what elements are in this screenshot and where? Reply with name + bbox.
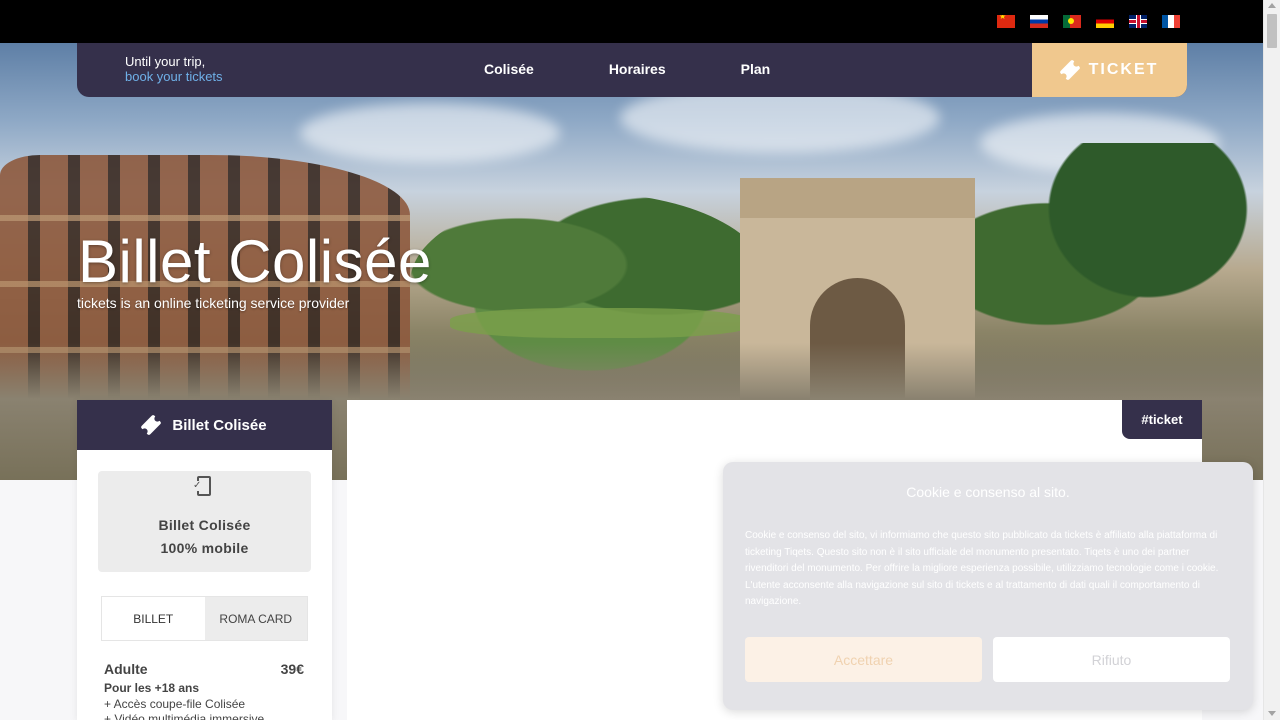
pine-trees-illustration: [975, 143, 1263, 363]
sidebar-header-title: Billet Colisée: [172, 416, 267, 434]
scroll-thumb[interactable]: [1267, 14, 1277, 48]
cloud: [300, 103, 560, 163]
cookie-body: Cookie e consenso del sito, vi informiam…: [745, 530, 1219, 607]
flag-uk-icon[interactable]: [1129, 15, 1147, 28]
scroll-down-arrow-icon[interactable]: [1268, 711, 1276, 716]
price-note: Pour les +18 ans: [104, 681, 200, 695]
flag-germany-icon[interactable]: [1096, 15, 1114, 28]
ticket-button[interactable]: TICKET: [1032, 43, 1187, 97]
cookie-consent-dialog: Cookie e consenso al sito. Cookie e cons…: [723, 462, 1253, 710]
brand-logo[interactable]: Until your trip, book your tickets: [125, 54, 223, 84]
ticket-icon: [1059, 59, 1081, 81]
hero-title: Billet Colisée: [78, 228, 432, 295]
feature-item: + Accès coupe-file Colisée: [104, 697, 246, 711]
brand-line-1: Until your trip,: [125, 54, 206, 69]
sidebar-header: Billet Colisée: [77, 400, 332, 450]
ticket-button-label: TICKET: [1088, 61, 1159, 78]
hero-subtitle: tickets is an online ticketing service p…: [77, 295, 350, 311]
lawn-illustration: [450, 308, 750, 338]
price-row: Adulte 39€: [104, 661, 304, 677]
flag-france-icon[interactable]: [1162, 15, 1180, 28]
hashtag-ticket-button[interactable]: #ticket: [1122, 400, 1202, 439]
price-label: Adulte: [104, 661, 148, 677]
brand-line-2: book your tickets: [125, 69, 223, 84]
tab-billet[interactable]: BILLET: [102, 597, 205, 640]
ticket-sidebar: Billet Colisée Billet Colisée 100% mobil…: [77, 400, 332, 720]
nav-link-colisee[interactable]: Colisée: [484, 61, 534, 77]
flag-china-icon[interactable]: [997, 15, 1015, 28]
flag-russia-icon[interactable]: [1030, 15, 1048, 28]
flag-portugal-icon[interactable]: [1063, 15, 1081, 28]
ticket-icon: [140, 414, 162, 436]
nav-links: Colisée Horaires Plan: [484, 61, 770, 77]
nav-link-horaires[interactable]: Horaires: [609, 61, 666, 77]
language-flags: [997, 15, 1180, 28]
nav-link-plan[interactable]: Plan: [741, 61, 771, 77]
mobile-ticket-subtitle: 100% mobile: [160, 540, 249, 556]
ticket-type-tabs: BILLET ROMA CARD: [101, 596, 308, 641]
mobile-ticket-box: Billet Colisée 100% mobile: [98, 471, 311, 572]
feature-item: + Vidéo multimédia immersive: [104, 712, 265, 720]
cookie-refuse-button[interactable]: Rifiuto: [993, 637, 1230, 682]
page-scrollbar[interactable]: [1263, 0, 1280, 720]
mobile-ticket-title: Billet Colisée: [158, 517, 251, 533]
main-navbar: Until your trip, book your tickets Colis…: [77, 43, 1187, 97]
price-amount: 39€: [280, 661, 304, 677]
language-bar: [0, 0, 1263, 43]
page: Billet Colisée tickets is an online tick…: [0, 0, 1280, 720]
tab-roma-card[interactable]: ROMA CARD: [204, 597, 307, 640]
scroll-up-arrow-icon[interactable]: [1268, 3, 1276, 8]
mobile-phone-check-icon: [193, 476, 211, 496]
cookie-title: Cookie e consenso al sito.: [906, 484, 1070, 500]
cookie-accept-button[interactable]: Accettare: [745, 637, 982, 682]
